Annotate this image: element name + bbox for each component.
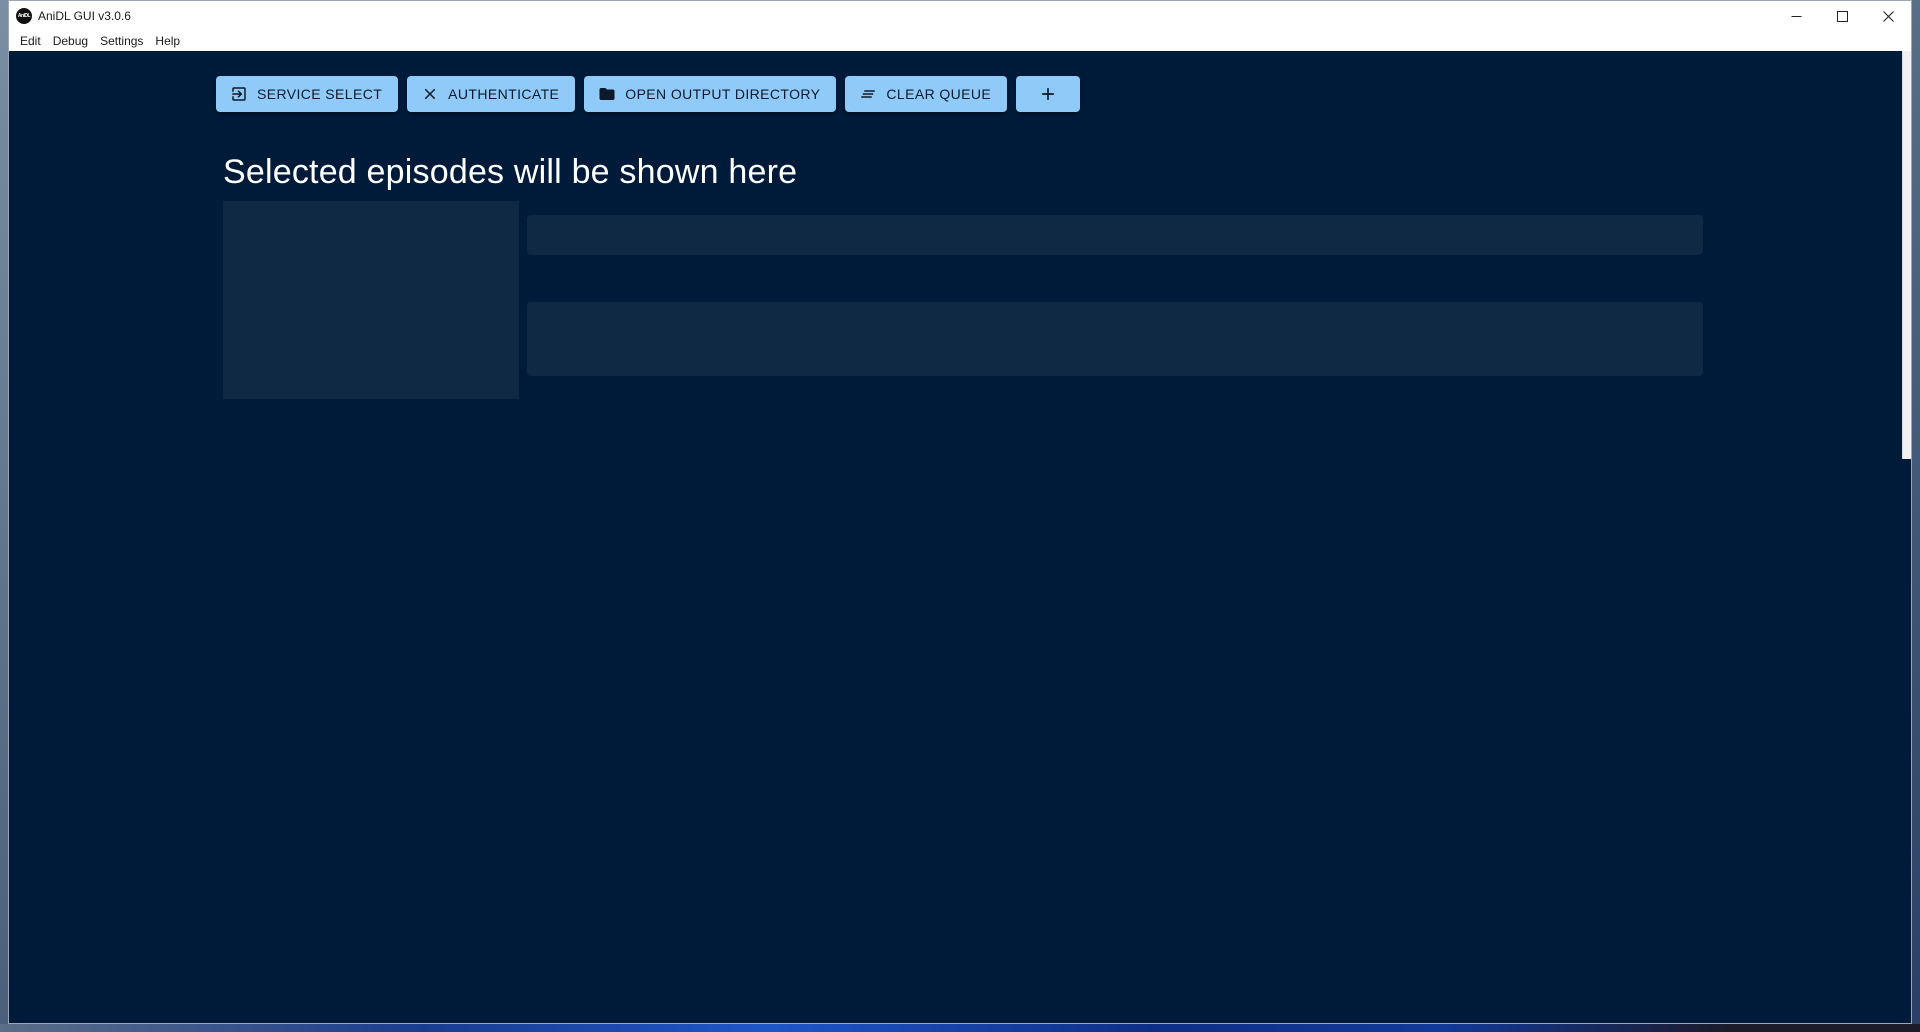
thumbnail-skeleton [223, 201, 519, 399]
close-icon [1882, 10, 1894, 22]
close-icon [421, 85, 439, 103]
minimize-icon [1791, 15, 1801, 17]
clear-queue-label: CLEAR QUEUE [886, 86, 992, 102]
maximize-button[interactable] [1819, 1, 1865, 31]
scrollbar[interactable] [1902, 51, 1911, 459]
title-skeleton [527, 215, 1703, 255]
clear-queue-button[interactable]: CLEAR QUEUE [845, 76, 1008, 112]
window-controls [1773, 1, 1911, 31]
service-select-label: SERVICE SELECT [257, 86, 383, 102]
menu-debug[interactable]: Debug [47, 31, 94, 51]
close-window-button[interactable] [1865, 1, 1911, 31]
window-title: AniDL GUI v3.0.6 [38, 9, 131, 23]
minimize-button[interactable] [1773, 1, 1819, 31]
main-content: SERVICE SELECT AUTHENTICATE OPEN OUTPUT … [9, 51, 1911, 1023]
page-heading: Selected episodes will be shown here [223, 153, 798, 191]
menu-bar: Edit Debug Settings Help [9, 31, 1911, 51]
open-output-directory-button[interactable]: OPEN OUTPUT DIRECTORY [584, 76, 837, 112]
app-window: AniDL AniDL GUI v3.0.6 Edit Debug Settin… [8, 0, 1912, 1024]
app-logo-icon: AniDL [16, 8, 32, 24]
desktop-wallpaper [0, 1024, 1920, 1032]
authenticate-button[interactable]: AUTHENTICATE [407, 76, 576, 112]
folder-icon [598, 85, 616, 103]
clear-all-icon [859, 85, 877, 103]
add-button[interactable] [1016, 76, 1081, 112]
description-skeleton [527, 302, 1703, 376]
open-output-directory-label: OPEN OUTPUT DIRECTORY [625, 86, 821, 102]
maximize-icon [1836, 10, 1848, 22]
login-icon [230, 85, 248, 103]
menu-settings[interactable]: Settings [94, 31, 149, 51]
authenticate-label: AUTHENTICATE [448, 86, 560, 102]
menu-help[interactable]: Help [149, 31, 186, 51]
menu-edit[interactable]: Edit [14, 31, 47, 51]
title-bar[interactable]: AniDL AniDL GUI v3.0.6 [9, 1, 1911, 31]
service-select-button[interactable]: SERVICE SELECT [216, 76, 399, 112]
plus-icon [1042, 88, 1054, 100]
toolbar: SERVICE SELECT AUTHENTICATE OPEN OUTPUT … [216, 76, 1081, 112]
